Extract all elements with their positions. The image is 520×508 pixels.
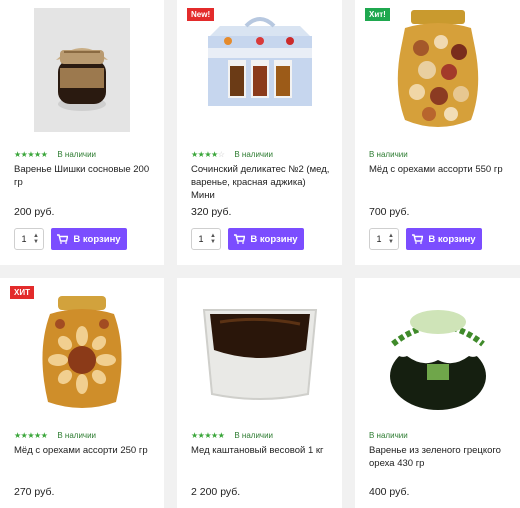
rating-stars: ★★★★★ [14,431,48,440]
tub-chestnut-honey-image [202,309,317,400]
product-image[interactable] [355,290,520,418]
product-image[interactable] [177,8,342,138]
hit-badge: ХИТ [10,286,34,299]
product-price: 200 руб. [14,206,55,218]
product-card: В наличии Варенье из зеленого грецкого о… [355,278,520,508]
gift-box-three-jars-image [207,17,312,106]
quantity-value[interactable]: 1 [370,234,388,244]
rating-stars: ★★★★☆ [191,150,225,159]
add-to-cart-label: В корзину [73,233,121,245]
product-image[interactable] [355,8,520,138]
stock-status: В наличии [57,431,97,440]
cart-icon [412,234,424,244]
rating-stars: ★★★★★ [191,431,225,440]
stepper-arrows-icon[interactable]: ▲ ▼ [33,233,39,245]
product-image[interactable] [177,290,342,418]
stock-status: В наличии [234,431,274,440]
product-title[interactable]: Сочинский деликатес №2 (мед, варенье, кр… [191,163,332,202]
product-card: New! ★★★★☆ В наличии Сочинский деликатес… [177,0,342,265]
jar-green-walnut-image [386,310,489,410]
product-price: 400 руб. [369,486,410,498]
product-image[interactable] [0,8,164,138]
product-title[interactable]: Мёд с орехами ассорти 250 гр [14,444,154,457]
product-card: ★★★★★ В наличии Варенье Шишки сосновые 2… [0,0,164,265]
quantity-value[interactable]: 1 [15,234,33,244]
cart-icon [57,234,69,244]
quantity-value[interactable]: 1 [192,234,210,244]
product-price: 700 руб. [369,206,410,218]
quantity-stepper[interactable]: 1 ▲ ▼ [369,228,399,250]
product-title[interactable]: Варенье Шишки сосновые 200 гр [14,163,154,189]
jar-honey-nuts-small-image [42,296,122,408]
stepper-arrows-icon[interactable]: ▲ ▼ [388,233,394,245]
product-title[interactable]: Мед каштановый весовой 1 кг [191,444,332,457]
rating-stars: ★★★★★ [14,150,48,159]
quantity-stepper[interactable]: 1 ▲ ▼ [191,228,221,250]
product-title[interactable]: Мёд с орехами ассорти 550 гр [369,163,510,176]
cart-icon [234,234,246,244]
product-price: 2 200 руб. [191,486,241,498]
stock-status: В наличии [57,150,97,159]
product-card: Хит! В наличии Мёд с орехами ассорти 550… [355,0,520,265]
hit-badge: Хит! [365,8,390,21]
add-to-cart-button[interactable]: В корзину [51,228,127,250]
add-to-cart-label: В корзину [250,233,298,245]
jar-honey-nuts-large-image [397,10,478,127]
stock-status: В наличии [234,150,274,159]
add-to-cart-button[interactable]: В корзину [406,228,482,250]
product-title[interactable]: Варенье из зеленого грецкого ореха 430 г… [369,444,510,470]
product-price: 270 руб. [14,486,55,498]
add-to-cart-button[interactable]: В корзину [228,228,304,250]
new-badge: New! [187,8,215,21]
jar-pine-cones-image [34,8,130,132]
stepper-arrows-icon[interactable]: ▲ ▼ [210,233,216,245]
add-to-cart-label: В корзину [428,233,476,245]
stock-status: В наличии [369,150,408,159]
product-card: ХИТ ★★★★★ В наличии Мёд с орехами ассорт… [0,278,164,508]
quantity-stepper[interactable]: 1 ▲ ▼ [14,228,44,250]
product-image[interactable] [0,290,164,418]
stock-status: В наличии [369,431,408,440]
product-card: ★★★★★ В наличии Мед каштановый весовой 1… [177,278,342,508]
product-price: 320 руб. [191,206,232,218]
